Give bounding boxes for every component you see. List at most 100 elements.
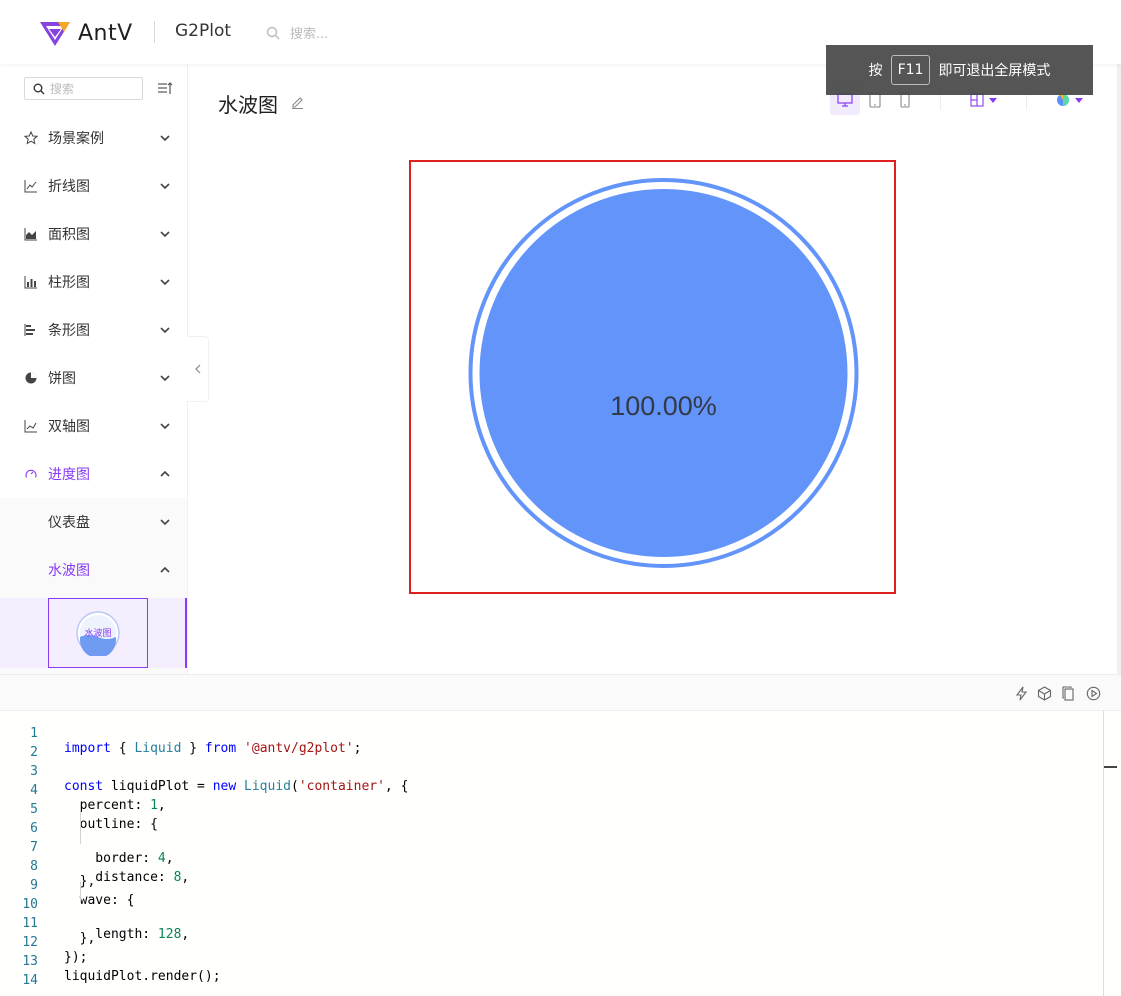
caret-down-icon bbox=[989, 98, 997, 103]
desktop-icon bbox=[837, 93, 853, 107]
sidebar-item-pie[interactable]: 饼图 bbox=[0, 354, 187, 402]
sidebar-subitem-liquid[interactable]: 水波图 bbox=[0, 546, 187, 594]
sidebar-subitem-label: 仪表盘 bbox=[48, 515, 90, 531]
sidebar-search-input[interactable]: 搜索 bbox=[24, 77, 143, 100]
header-search-input[interactable]: 搜索... bbox=[290, 23, 328, 42]
chevron-down-icon bbox=[160, 231, 170, 238]
fullscreen-toast: 按 F11 即可退出全屏模式 bbox=[826, 45, 1093, 95]
sidebar-item-label: 双轴图 bbox=[48, 419, 90, 435]
liquid-thumbnail-image: 水波图 bbox=[76, 611, 120, 656]
chevron-down-icon bbox=[160, 423, 170, 430]
chevron-down-icon bbox=[160, 375, 170, 382]
gauge-icon bbox=[24, 467, 38, 481]
toast-text-after: 即可退出全屏模式 bbox=[938, 63, 1051, 79]
sidebar-search-placeholder: 搜索 bbox=[50, 82, 75, 96]
layout-icon bbox=[970, 93, 984, 107]
toast-text-before: 按 bbox=[868, 63, 883, 79]
sidebar-item-label: 进度图 bbox=[48, 467, 90, 483]
example-thumbnail-liquid[interactable]: 水波图 bbox=[48, 598, 148, 668]
code-line: 5 outline: { bbox=[0, 787, 1100, 832]
antv-logo[interactable]: AntV bbox=[38, 18, 133, 48]
sidebar-item-label: 饼图 bbox=[48, 371, 76, 387]
code-line: 9 wave: { bbox=[0, 863, 1100, 908]
chevron-down-icon bbox=[160, 183, 170, 190]
sidebar-item-label: 柱形图 bbox=[48, 275, 90, 291]
sidebar: 搜索 场景案例 折线图 面积图 柱形图 条形图 饼图 双轴图 进度图 仪表盘 水… bbox=[0, 64, 188, 674]
pie-chart-icon bbox=[24, 371, 38, 385]
liquid-percent-label: 100.00% bbox=[610, 391, 717, 421]
indent-guide bbox=[80, 806, 81, 825]
sort-icon[interactable] bbox=[157, 81, 173, 97]
sidebar-subitem-label: 水波图 bbox=[48, 563, 90, 579]
code-line: 7 distance: 8, bbox=[0, 825, 1100, 885]
chevron-left-icon bbox=[194, 364, 200, 374]
caret-down-icon bbox=[1075, 98, 1083, 103]
sidebar-item-area[interactable]: 面积图 bbox=[0, 210, 187, 258]
code-scroll-marker bbox=[1104, 766, 1117, 768]
thunderbolt-icon[interactable] bbox=[1014, 686, 1029, 701]
code-line: 1 import { Liquid } from '@antv/g2plot'; bbox=[0, 711, 1100, 756]
sidebar-item-cases[interactable]: 场景案例 bbox=[0, 114, 187, 162]
preview-scrollbar[interactable] bbox=[1117, 64, 1121, 674]
column-chart-icon bbox=[24, 275, 38, 289]
brand-name: AntV bbox=[78, 20, 133, 46]
chevron-down-icon bbox=[160, 327, 170, 334]
search-icon bbox=[33, 83, 45, 94]
code-line: 4 percent: 1, bbox=[0, 768, 1100, 813]
area-chart-icon bbox=[24, 227, 38, 241]
edit-icon[interactable] bbox=[290, 94, 305, 109]
header-search[interactable]: 搜索... bbox=[266, 23, 328, 42]
sidebar-item-label: 面积图 bbox=[48, 227, 90, 243]
sidebar-item-progress[interactable]: 进度图 bbox=[0, 450, 187, 498]
chevron-up-icon bbox=[160, 470, 170, 477]
copy-icon[interactable] bbox=[1061, 686, 1076, 701]
line-chart-icon bbox=[24, 179, 38, 193]
indent-guide bbox=[80, 825, 81, 844]
header-divider bbox=[154, 21, 155, 43]
theme-icon bbox=[1057, 94, 1069, 106]
sidebar-item-bar[interactable]: 条形图 bbox=[0, 306, 187, 354]
chevron-down-icon bbox=[160, 279, 170, 286]
sidebar-item-label: 条形图 bbox=[48, 323, 90, 339]
code-line: 11 }, bbox=[0, 901, 1100, 946]
liquid-chart: 100.00% bbox=[468, 178, 859, 568]
example-thumbnail-row: 水波图 bbox=[0, 598, 187, 668]
code-line: 12 }); bbox=[0, 920, 1100, 965]
sidebar-item-dual-axes[interactable]: 双轴图 bbox=[0, 402, 187, 450]
chevron-down-icon bbox=[160, 519, 170, 526]
sidebar-item-label: 场景案例 bbox=[48, 131, 104, 147]
code-line: 3 const liquidPlot = new Liquid('contain… bbox=[0, 749, 1100, 794]
search-icon bbox=[266, 26, 280, 39]
code-editor[interactable]: 1 import { Liquid } from '@antv/g2plot';… bbox=[0, 711, 1121, 996]
toolbar-divider bbox=[940, 94, 941, 110]
liquid-wave-fill bbox=[479, 189, 848, 557]
play-icon[interactable] bbox=[1086, 686, 1101, 701]
code-line: 14 bbox=[0, 958, 1100, 988]
code-line: 13 liquidPlot.render(); bbox=[0, 939, 1100, 984]
toast-key: F11 bbox=[890, 55, 931, 85]
code-line: 8 }, bbox=[0, 844, 1100, 889]
sidebar-subitem-gauge[interactable]: 仪表盘 bbox=[0, 498, 187, 546]
dual-axes-icon bbox=[24, 419, 38, 433]
sidebar-item-line[interactable]: 折线图 bbox=[0, 162, 187, 210]
product-name[interactable]: G2Plot bbox=[175, 21, 231, 41]
code-toolbar bbox=[0, 674, 1121, 711]
sidebar-collapse-button[interactable] bbox=[187, 336, 209, 402]
code-line: 2 bbox=[0, 730, 1100, 760]
code-line: 6 border: 4, bbox=[0, 806, 1100, 866]
code-line: 10 length: 128, bbox=[0, 882, 1100, 942]
antv-logo-icon bbox=[40, 22, 70, 46]
chart-container: 100.00% bbox=[409, 160, 896, 594]
line-number: 14 bbox=[22, 973, 38, 988]
sidebar-item-label: 折线图 bbox=[48, 179, 90, 195]
page-title: 水波图 bbox=[218, 93, 278, 117]
code-sandbox-icon[interactable] bbox=[1037, 686, 1052, 701]
preview-panel: 水波图 100.00% bbox=[188, 64, 1118, 674]
star-icon bbox=[24, 131, 38, 145]
chevron-up-icon bbox=[160, 566, 170, 573]
indent-guide bbox=[80, 882, 81, 901]
sidebar-item-column[interactable]: 柱形图 bbox=[0, 258, 187, 306]
bar-chart-icon bbox=[24, 323, 38, 337]
thumbnail-label: 水波图 bbox=[84, 627, 111, 639]
code-scrollbar[interactable] bbox=[1103, 711, 1104, 996]
